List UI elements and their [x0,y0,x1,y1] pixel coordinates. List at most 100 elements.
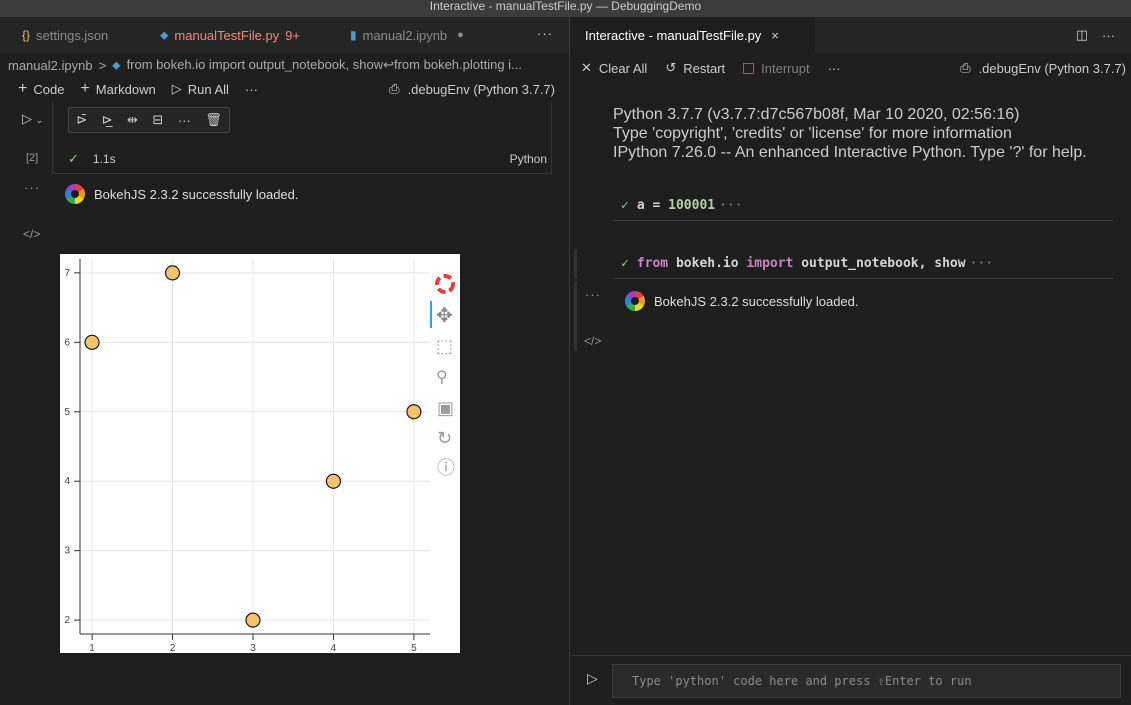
output-mime-icon[interactable]: </> [23,227,40,241]
bokeh-toolbar: ✥ ⬚ ⚲ ▣ ↻ ⓘ [430,274,455,479]
interrupt-button[interactable]: Interrupt [743,61,810,76]
code-token: import [746,256,794,271]
kernel-label: .debugEnv (Python 3.7.7) [407,81,555,97]
chevron-down-icon[interactable]: ⌄ [36,115,44,125]
breadcrumb-separator: > [98,57,107,73]
clear-all-label: Clear All [598,60,648,76]
bokeh-scatter-plot[interactable]: 1 2 3 4 5 2 3 4 5 6 7 ✥ ⬚ ⚲ ▣ ↻ ⓘ [60,254,460,653]
join-cell-icon[interactable]: ⊟ [152,112,163,128]
add-markdown-button[interactable]: + Markdown [80,80,156,97]
kernel-picker[interactable]: ⎙ .debugEnv (Python 3.7.7) [389,77,555,101]
bokeh-logo-icon[interactable] [435,274,455,294]
run-input-button[interactable]: ▷ [587,670,598,687]
banner-line: IPython 7.26.0 -- An enhanced Interactiv… [613,144,1087,161]
stop-icon [743,62,755,74]
bokeh-loaded-text: BokehJS 2.3.2 successfully loaded. [94,186,299,202]
tab-bar: {} settings.json ⬥ manualTestFile.py 9+ … [0,17,569,53]
add-markdown-label: Markdown [95,81,156,97]
output-more-icon[interactable]: ··· [585,287,601,302]
run-below-icon[interactable]: ⊳̲ [102,112,113,128]
save-tool-icon[interactable]: ▣ [437,398,454,419]
history-cell[interactable]: ✓ a = 100001 ··· [613,191,1113,221]
trash-icon[interactable]: 🗑 [205,112,222,128]
more-actions-icon[interactable]: ··· [537,17,553,53]
toolbar-more-icon[interactable]: ··· [828,61,841,76]
history-cell[interactable]: ✓ from bokeh.io import output_notebook, … [613,249,1113,279]
output-mime-icon[interactable]: </> [584,334,601,348]
y-tick-label: 5 [64,407,70,418]
python-banner: Python 3.7.7 (v3.7.7:d7c567b08f, Mar 10 … [613,105,1087,162]
play-icon: ▷ [587,670,598,686]
play-icon: ▷ [171,81,182,96]
y-tick-label: 2 [64,615,70,626]
split-editor-icon[interactable]: ◫ [1076,27,1088,43]
scatter-point [325,473,342,489]
tab-label: manualTestFile.py [174,27,280,43]
close-icon[interactable]: × [771,28,779,43]
tab-manual2-ipynb[interactable]: ▮ manual2.ipynb ● [350,17,464,53]
restart-button[interactable]: ↺ Restart [665,60,725,76]
problems-badge: 9+ [285,27,301,43]
bokeh-loaded-text: BokehJS 2.3.2 successfully loaded. [654,293,859,309]
run-above-icon[interactable]: ⊳̄ [76,112,87,128]
more-actions-icon[interactable]: ··· [1102,28,1115,43]
plus-icon: + [80,80,90,97]
pan-tool-icon[interactable]: ✥ [436,303,453,327]
cell-focus-bar [574,249,577,279]
bokeh-logo-icon [625,291,645,311]
box-zoom-icon[interactable]: ⬚ [436,336,453,357]
python-icon: ⬥ [112,57,121,72]
unsaved-dot-icon[interactable]: ● [457,29,464,41]
run-cell-button[interactable]: ▷ ⌄ [22,111,43,127]
collapsed-code-icon[interactable]: ··· [719,198,742,213]
banner-line: Type 'copyright', 'credits' or 'license'… [613,125,1012,142]
check-icon: ✓ [621,256,629,271]
breadcrumb-file[interactable]: manual2.ipynb [8,58,93,73]
tab-settings-json[interactable]: {} settings.json [22,17,108,53]
x-tick-label: 5 [411,643,417,653]
y-tick-label: 7 [64,268,70,279]
interactive-window-group: Interactive - manualTestFile.py × ◫ ··· … [571,17,1131,705]
cell-more-icon[interactable]: ··· [178,113,191,128]
toolbar-more-icon[interactable]: ··· [245,82,258,97]
breadcrumb-cell[interactable]: from bokeh.io import output_notebook, sh… [127,57,522,73]
notebook-toolbar: + Code + Markdown ▷ Run All ··· ⎙ .debug… [0,77,569,101]
x-tick-label: 2 [170,643,176,653]
scatter-point [245,612,261,628]
tab-manual-test-file[interactable]: ⬥ manualTestFile.py 9+ [160,17,300,53]
tab-interactive-window[interactable]: Interactive - manualTestFile.py × [571,17,815,53]
python-file-icon: ⬥ [160,27,169,42]
split-cell-icon[interactable]: ⇹ [127,112,138,128]
interactive-toolbar: ✕ Clear All ↺ Restart Interrupt ··· ⎙ .d… [581,57,1126,79]
execution-count: [2] [26,152,39,164]
cell-output-text: BokehJS 2.3.2 successfully loaded. [65,184,299,204]
scatter-point [84,334,100,350]
json-file-icon: {} [22,28,31,42]
collapsed-code-icon[interactable]: ··· [970,256,993,271]
code-input[interactable]: Type 'python' code here and press ⇧Enter… [612,664,1121,698]
add-code-button[interactable]: + Code [18,81,64,97]
check-icon: ✓ [68,151,79,166]
reset-tool-icon[interactable]: ↻ [437,428,452,449]
kernel-picker[interactable]: ⎙ .debugEnv (Python 3.7.7) [960,57,1126,79]
close-icon: ✕ [581,60,592,75]
cell-language[interactable]: Python [510,152,547,166]
output-more-icon[interactable]: ··· [24,180,40,195]
wheel-zoom-icon[interactable]: ⚲ [436,367,448,386]
y-tick-label: 6 [64,337,70,348]
check-icon: ✓ [621,198,629,213]
kernel-icon: ⎙ [389,81,400,96]
tab-label: settings.json [36,27,109,43]
scatter-point [406,404,422,420]
bokeh-logo-icon [65,184,85,204]
y-tick-label: 4 [64,476,70,487]
run-all-button[interactable]: ▷ Run All [172,81,229,97]
y-tick-label: 3 [64,546,70,557]
axes: 1 2 3 4 5 2 3 4 5 6 7 [64,259,430,653]
code-token: = [652,198,661,213]
restart-label: Restart [683,60,726,76]
plot-canvas[interactable]: 1 2 3 4 5 2 3 4 5 6 7 ✥ ⬚ ⚲ ▣ ↻ ⓘ [60,254,460,653]
clear-all-button[interactable]: ✕ Clear All [581,60,647,76]
x-tick-label: 3 [250,643,256,653]
help-tool-icon[interactable]: ⓘ [437,458,455,479]
